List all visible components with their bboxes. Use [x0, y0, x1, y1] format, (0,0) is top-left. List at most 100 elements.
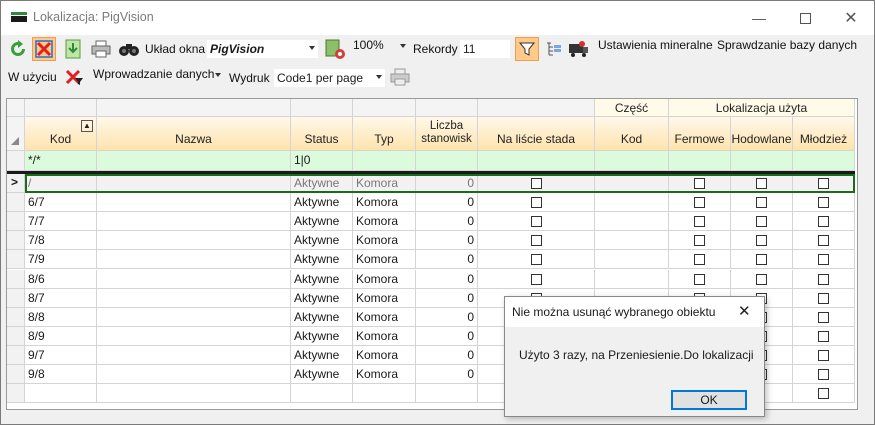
- column-header-typ[interactable]: Typ: [353, 117, 416, 151]
- checkbox[interactable]: [818, 311, 829, 323]
- cell-nazwa[interactable]: [97, 384, 291, 404]
- cell-typ[interactable]: Komora: [353, 345, 416, 365]
- column-header-liczba[interactable]: Liczba stanowisk: [416, 117, 478, 151]
- cell-czesc-kod[interactable]: [595, 193, 669, 213]
- checkbox[interactable]: [818, 273, 829, 285]
- cell-nazwa[interactable]: [97, 250, 291, 270]
- cell-nazwa[interactable]: [97, 326, 291, 346]
- cell-liczba[interactable]: 0: [416, 307, 478, 327]
- checkbox[interactable]: [531, 235, 542, 247]
- cell-hodowlane[interactable]: [731, 174, 793, 194]
- row-header[interactable]: [7, 231, 25, 251]
- cell-kod[interactable]: 8/8: [25, 307, 97, 327]
- mineral-settings-button[interactable]: Ustawienia mineralne: [598, 38, 713, 52]
- cell-typ[interactable]: Komora: [353, 326, 416, 346]
- row-header-corner[interactable]: [7, 117, 25, 151]
- checkbox[interactable]: [818, 292, 829, 304]
- cell-mlodziez[interactable]: [793, 212, 855, 232]
- cell-kod[interactable]: 7/7: [25, 212, 97, 232]
- cell-na-liscie[interactable]: [478, 174, 595, 194]
- checkbox[interactable]: [694, 178, 705, 189]
- checkbox[interactable]: [694, 235, 705, 247]
- cell-status[interactable]: Aktywne: [291, 288, 353, 308]
- cell-czesc-kod[interactable]: [595, 269, 669, 289]
- filter-mlodziez[interactable]: [793, 151, 855, 171]
- checkbox[interactable]: [818, 235, 829, 247]
- column-header-mlodziez[interactable]: Młodzież: [793, 117, 855, 151]
- checkbox[interactable]: [531, 273, 542, 285]
- checkbox[interactable]: [818, 178, 829, 189]
- cell-status[interactable]: Aktywne: [291, 231, 353, 251]
- cell-liczba[interactable]: 0: [416, 288, 478, 308]
- cell-liczba[interactable]: 0: [416, 250, 478, 270]
- cell-mlodziez[interactable]: [793, 345, 855, 365]
- cell-mlodziez[interactable]: [793, 174, 855, 194]
- cell-hodowlane[interactable]: [731, 193, 793, 213]
- cell-status[interactable]: Aktywne: [291, 269, 353, 289]
- cell-czesc-kod[interactable]: [595, 212, 669, 232]
- checkbox[interactable]: [756, 235, 767, 247]
- cell-hodowlane[interactable]: [731, 231, 793, 251]
- column-header-na-liscie[interactable]: Na liście stada: [478, 117, 595, 151]
- remove-filter-button[interactable]: [63, 67, 85, 87]
- cell-czesc-kod[interactable]: [595, 174, 669, 194]
- cell-kod[interactable]: /: [25, 174, 97, 194]
- cell-liczba[interactable]: 0: [416, 345, 478, 365]
- cell-czesc-kod[interactable]: [595, 250, 669, 270]
- checkbox[interactable]: [694, 273, 705, 285]
- cell-status[interactable]: Aktywne: [291, 193, 353, 213]
- cell-liczba[interactable]: [416, 384, 478, 404]
- cell-liczba[interactable]: 0: [416, 269, 478, 289]
- cell-czesc-kod[interactable]: [595, 231, 669, 251]
- checkbox[interactable]: [818, 197, 829, 209]
- cell-kod[interactable]: 8/6: [25, 269, 97, 289]
- filter-fermowe[interactable]: [669, 151, 731, 171]
- minimize-button[interactable]: —: [736, 1, 782, 35]
- row-header[interactable]: [7, 212, 25, 232]
- cell-fermowe[interactable]: [669, 231, 731, 251]
- checkbox[interactable]: [694, 197, 705, 209]
- cell-fermowe[interactable]: [669, 269, 731, 289]
- cell-na-liscie[interactable]: [478, 212, 595, 232]
- dialog-close-button[interactable]: ✕: [738, 302, 751, 320]
- cell-kod[interactable]: 9/8: [25, 365, 97, 385]
- cell-liczba[interactable]: 0: [416, 174, 478, 194]
- checkbox[interactable]: [818, 330, 829, 342]
- in-use-button[interactable]: W użyciu: [8, 70, 57, 84]
- filter-hodowlane[interactable]: [731, 151, 793, 171]
- cell-typ[interactable]: Komora: [353, 174, 416, 194]
- row-header[interactable]: [7, 250, 25, 270]
- checkbox[interactable]: [818, 388, 829, 400]
- cell-mlodziez[interactable]: [793, 365, 855, 385]
- filter-czesc-kod[interactable]: [595, 151, 669, 171]
- checkbox[interactable]: [694, 216, 705, 228]
- column-header-fermowe[interactable]: Fermowe: [669, 117, 731, 151]
- checkbox[interactable]: [818, 216, 829, 228]
- check-database-button[interactable]: Sprawdzanie bazy danych: [717, 38, 857, 52]
- find-button[interactable]: [117, 39, 141, 59]
- cell-liczba[interactable]: 0: [416, 231, 478, 251]
- cell-typ[interactable]: Komora: [353, 269, 416, 289]
- cell-status[interactable]: [291, 384, 353, 404]
- checkbox[interactable]: [531, 216, 542, 228]
- database-button[interactable]: [567, 39, 591, 59]
- checkbox[interactable]: [756, 216, 767, 228]
- cell-liczba[interactable]: 0: [416, 365, 478, 385]
- cell-status[interactable]: Aktywne: [291, 250, 353, 270]
- column-header-hodowlane[interactable]: Hodowlane: [731, 117, 793, 151]
- cell-status[interactable]: Aktywne: [291, 174, 353, 194]
- row-header[interactable]: [7, 384, 25, 404]
- cell-typ[interactable]: Komora: [353, 193, 416, 213]
- print-combo[interactable]: Code1 per page: [273, 68, 386, 88]
- cell-kod[interactable]: 7/9: [25, 250, 97, 270]
- row-header[interactable]: [7, 288, 25, 308]
- filter-typ[interactable]: [353, 151, 416, 171]
- filter-status[interactable]: 1|0: [291, 151, 353, 171]
- cell-nazwa[interactable]: [97, 212, 291, 232]
- zoom-value[interactable]: 100%: [353, 38, 384, 52]
- cell-na-liscie[interactable]: [478, 231, 595, 251]
- cell-nazwa[interactable]: [97, 365, 291, 385]
- checkbox[interactable]: [694, 254, 705, 266]
- cell-liczba[interactable]: 0: [416, 326, 478, 346]
- cell-mlodziez[interactable]: [793, 384, 855, 404]
